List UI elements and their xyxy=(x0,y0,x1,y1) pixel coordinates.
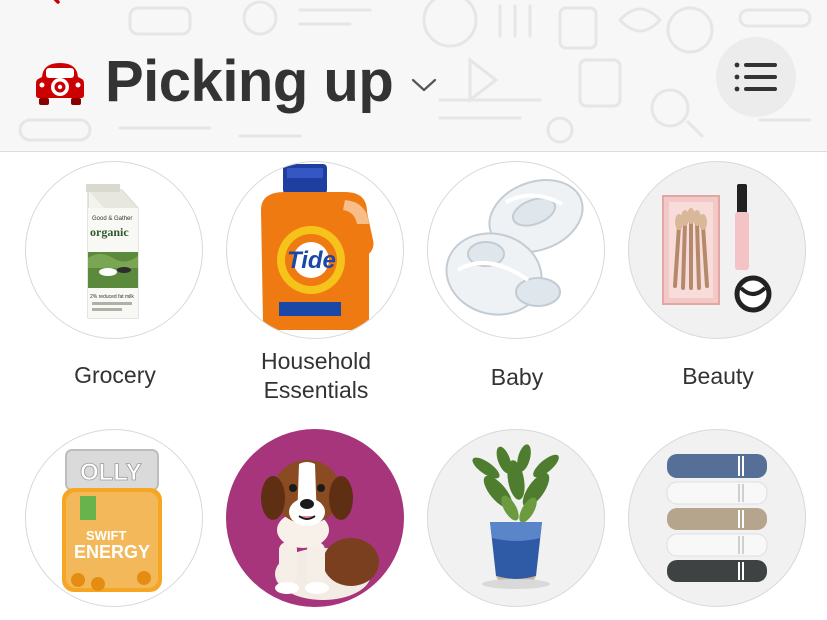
jar-line2: ENERGY xyxy=(74,542,150,562)
carton-sub: 2% reduced fat milk xyxy=(90,294,134,300)
fulfillment-mode-selector[interactable]: Picking up xyxy=(33,50,437,114)
bottle-brand: Tide xyxy=(287,247,336,274)
category-label-household-line2: Essentials xyxy=(263,377,369,403)
jar-line1: SWIFT xyxy=(86,528,126,543)
makeup-brushes-image xyxy=(628,161,806,339)
menu-list-icon xyxy=(734,62,777,92)
vitamin-jar-image: OLLY SWIFT ENERGY xyxy=(25,429,203,607)
category-label-household-line1: Household xyxy=(261,348,371,374)
category-label-baby: Baby xyxy=(490,364,544,390)
chevron-down-icon xyxy=(412,78,437,92)
carton-title: organic xyxy=(90,225,129,239)
pacifier-image xyxy=(427,161,605,339)
puppy-image xyxy=(226,429,404,607)
back-arrow-icon[interactable] xyxy=(40,0,66,12)
category-label-beauty: Beauty xyxy=(682,363,754,389)
category-label-household-essentials: Household Essentials xyxy=(211,347,421,405)
detergent-bottle-image: Tide xyxy=(226,161,404,339)
fulfillment-mode-title: Picking up xyxy=(105,49,394,114)
menu-button[interactable] xyxy=(716,37,796,117)
category-label-grocery: Grocery xyxy=(74,362,156,388)
folded-towels-image xyxy=(628,429,806,607)
carton-brand: Good & Gather xyxy=(92,216,132,222)
header: Picking up xyxy=(0,0,827,152)
milk-carton-image: Good & Gather organic 2% reduced fat mil… xyxy=(25,161,203,339)
category-grid: Good & Gather organic 2% reduced fat mil… xyxy=(0,153,827,620)
potted-plant-image xyxy=(427,429,605,607)
pickup-car-icon xyxy=(36,63,84,105)
jar-brand: OLLY xyxy=(80,459,142,486)
